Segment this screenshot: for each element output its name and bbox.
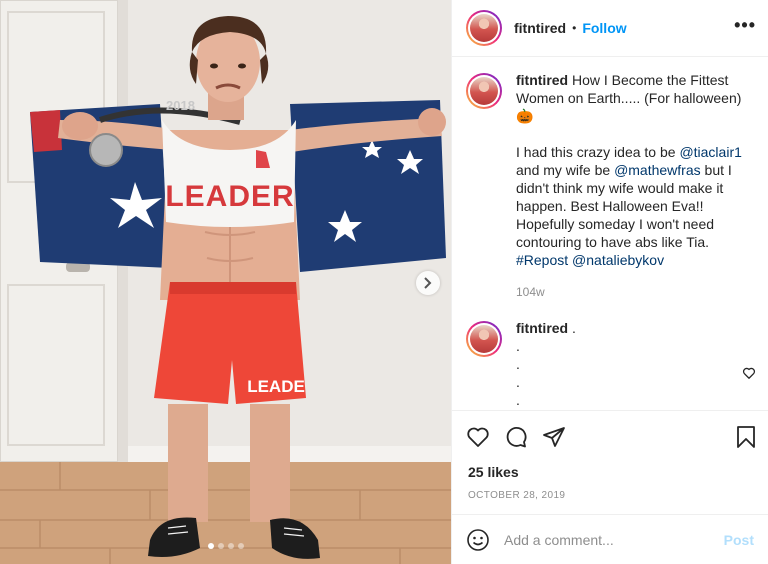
comment-dot-line: . — [516, 409, 754, 410]
caption-username[interactable]: fitntired — [516, 72, 568, 88]
caption-timestamp[interactable]: 104w — [516, 283, 754, 301]
comment-dot-line: . — [516, 356, 520, 372]
shorts-text: LEADE — [247, 377, 305, 396]
heart-outline-icon[interactable] — [742, 366, 756, 380]
add-comment-bar: Post — [452, 514, 768, 564]
comment-text: . — [572, 320, 576, 336]
comment-item: fitntired . ..... — [466, 319, 754, 410]
caption-comment: fitntired How I Become the Fittest Women… — [466, 71, 754, 301]
caption-text-2: and my wife be — [516, 162, 615, 178]
photo-scene: 2018 LEADER LEADE — [0, 0, 451, 564]
caption-text-1: I had this crazy idea to be — [516, 144, 680, 160]
post-side-panel: fitntired • Follow ••• fitntired How I B… — [451, 0, 768, 564]
comment-dot-line: . — [516, 374, 520, 390]
likes-count[interactable]: 25 likes — [452, 462, 768, 484]
instagram-post: 2018 LEADER LEADE fitntired • Follow •••… — [0, 0, 768, 564]
mention-link[interactable]: @mathewfras — [614, 162, 701, 178]
carousel-dot — [217, 543, 224, 549]
next-photo-button[interactable] — [416, 271, 440, 295]
comment-avatar[interactable] — [466, 321, 502, 357]
mention-link[interactable]: @tiaclair1 — [679, 144, 741, 160]
comment-username[interactable]: fitntired — [516, 320, 568, 336]
carousel-dot — [227, 543, 234, 549]
comment-dot-lines: ..... — [516, 337, 754, 410]
follow-button[interactable]: Follow — [582, 20, 626, 36]
more-options-button[interactable]: ••• — [734, 16, 756, 36]
comment-body: fitntired . ..... — [516, 319, 754, 410]
action-bar — [452, 410, 768, 462]
heart-icon[interactable] — [466, 425, 490, 449]
bookmark-icon[interactable] — [734, 425, 758, 449]
post-comment-button[interactable]: Post — [724, 532, 754, 548]
carousel-dot — [237, 543, 244, 549]
post-header: fitntired • Follow ••• — [452, 0, 768, 57]
comment-input[interactable] — [504, 531, 724, 548]
post-date[interactable]: OCTOBER 28, 2019 — [452, 484, 768, 514]
post-photo[interactable]: 2018 LEADER LEADE — [0, 0, 451, 564]
paper-plane-icon[interactable] — [542, 425, 566, 449]
caption-avatar[interactable] — [466, 73, 502, 109]
header-username[interactable]: fitntired — [514, 20, 566, 36]
mention-link[interactable]: @nataliebykov — [572, 252, 664, 268]
shirt-text: LEADER — [165, 180, 294, 213]
avatar-image — [470, 14, 498, 42]
comment-icon[interactable] — [504, 425, 528, 449]
chevron-right-icon — [424, 277, 432, 289]
avatar[interactable] — [466, 10, 502, 46]
medal-year: 2018 — [166, 98, 195, 113]
carousel-dots — [0, 543, 451, 549]
comment-dot-line: . — [516, 338, 520, 354]
comment-dot-line: . — [516, 392, 520, 408]
carousel-dot — [207, 543, 214, 549]
comments-section: fitntired How I Become the Fittest Women… — [452, 57, 768, 410]
hashtag-link[interactable]: #Repost — [516, 252, 568, 268]
caption-body: fitntired How I Become the Fittest Women… — [516, 71, 754, 301]
header-separator: • — [572, 21, 577, 35]
smiley-icon[interactable] — [466, 528, 490, 552]
